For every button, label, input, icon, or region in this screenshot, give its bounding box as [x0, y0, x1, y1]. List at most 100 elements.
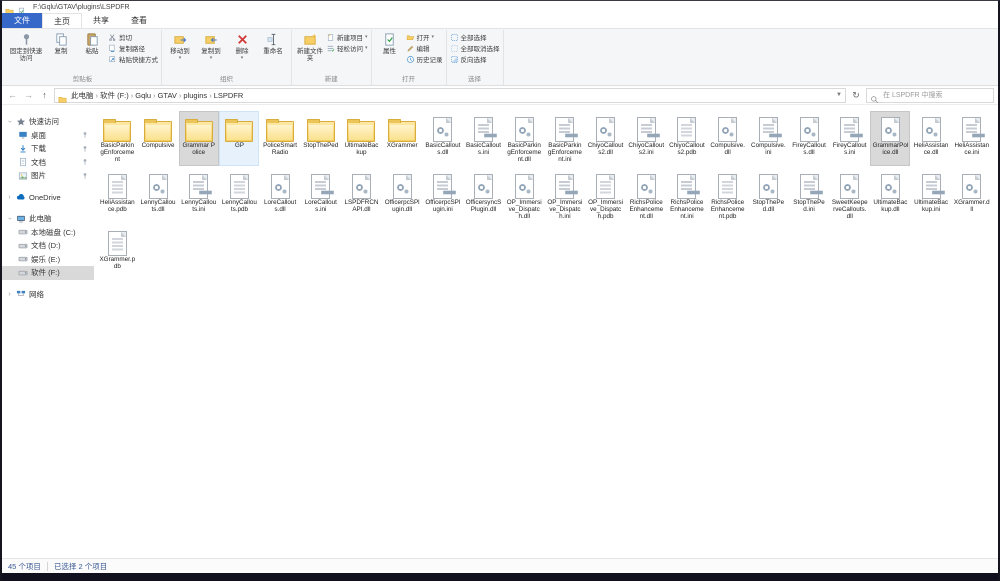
file-tile[interactable]: OP_Immersive_Dispatch.pdb	[586, 168, 626, 223]
breadcrumb-item[interactable]: Gqlu	[133, 91, 153, 100]
move-to-button[interactable]: 移动到▾	[165, 31, 195, 63]
tab-file[interactable]: 文件	[2, 13, 42, 28]
file-tile[interactable]: RichsPoliceEnhancement.dll	[626, 168, 666, 223]
file-tile[interactable]: UltimateBackup.dll	[870, 168, 910, 223]
tab-view[interactable]: 查看	[120, 13, 158, 28]
file-tile[interactable]: OfficerpcSPlugin.ini	[423, 168, 463, 223]
sidebar-item-文档 (D:)[interactable]: 文档 (D:)	[2, 239, 94, 253]
file-tile[interactable]: BasicCallouts.dll	[423, 111, 463, 166]
select-none-button[interactable]: 全部取消选择	[450, 43, 500, 53]
chevron-icon[interactable]: ›	[6, 215, 13, 222]
file-tile[interactable]: RichsPoliceEnhancement.pdb	[708, 168, 748, 223]
file-tile[interactable]: FireyCallouts.ini	[830, 111, 870, 166]
sidebar-item-娱乐 (E:)[interactable]: 娱乐 (E:)	[2, 253, 94, 267]
breadcrumb-item[interactable]: plugins	[181, 91, 209, 100]
copy-button[interactable]: 复制	[46, 31, 76, 56]
file-tile[interactable]: LSPDFRCN API.dll	[341, 168, 381, 223]
sidebar-item-桌面[interactable]: 桌面	[2, 129, 94, 143]
chevron-icon[interactable]: ›	[6, 118, 13, 125]
file-tile[interactable]: StopThePed	[301, 111, 341, 166]
sidebar-section-网络[interactable]: ›网络	[2, 288, 94, 302]
up-button[interactable]: ↑	[38, 90, 51, 100]
file-tile[interactable]: BasicParkingEnforcement.ini	[545, 111, 585, 166]
easy-access-button[interactable]: 轻松访问▾	[326, 43, 368, 53]
file-tile[interactable]: Compulsive	[138, 111, 178, 166]
sidebar-section-OneDrive[interactable]: ›OneDrive	[2, 191, 94, 205]
file-tile[interactable]: StopThePed.dll	[748, 168, 788, 223]
file-tile[interactable]: StopThePed.ini	[789, 168, 829, 223]
file-tile[interactable]: Compulsive.ini	[748, 111, 788, 166]
file-tile[interactable]: OP_Immersive_Dispatch.dll	[504, 168, 544, 223]
file-tile[interactable]: FireyCallouts.dll	[789, 111, 829, 166]
paste-shortcut-button[interactable]: 粘贴快捷方式	[108, 54, 158, 64]
invert-selection-button[interactable]: 反向选择	[450, 54, 500, 64]
history-button[interactable]: 历史记录	[406, 54, 443, 64]
sidebar-item-下载[interactable]: 下载	[2, 142, 94, 156]
file-tile[interactable]: HeliAssistance.dll	[911, 111, 951, 166]
file-tile[interactable]: OP_Immersive_Dispatch.ini	[545, 168, 585, 223]
sidebar-section-快速访问[interactable]: ›快速访问	[2, 115, 94, 129]
file-tile[interactable]: LoreCallouts.dll	[260, 168, 300, 223]
chevron-icon[interactable]: ›	[6, 194, 13, 201]
file-tile[interactable]: RichsPoliceEnhancement.ini	[667, 168, 707, 223]
file-tile[interactable]: ChiyoCallouts2.ini	[626, 111, 666, 166]
file-tile[interactable]: LoreCallouts.ini	[301, 168, 341, 223]
tab-share[interactable]: 共享	[82, 13, 120, 28]
file-tile[interactable]: BasicParkingEnforcement.dll	[504, 111, 544, 166]
file-tile[interactable]: XGrammer	[382, 111, 422, 166]
file-tile[interactable]: LennyCallouts.pdb	[219, 168, 259, 223]
file-tile[interactable]: XGrammer.dll	[952, 168, 992, 223]
new-folder-button[interactable]: 新建文件夹	[295, 31, 325, 63]
properties-button[interactable]: 属性	[375, 31, 405, 56]
sidebar-item-图片[interactable]: 图片	[2, 169, 94, 183]
file-tile[interactable]: ChiyoCallouts2.pdb	[667, 111, 707, 166]
sidebar-item-软件 (F:)[interactable]: 软件 (F:)	[2, 266, 94, 280]
file-tile[interactable]: OfficersyncSPlugin.dll	[464, 168, 504, 223]
breadcrumb-item[interactable]: 软件 (F:)	[98, 90, 131, 101]
copy-path-button[interactable]: 复制路径	[108, 43, 158, 53]
breadcrumb-item[interactable]: LSPDFR	[212, 91, 246, 100]
file-tile[interactable]: HeliAssistance.ini	[952, 111, 992, 166]
paste-button[interactable]: 粘贴	[77, 31, 107, 56]
file-tile[interactable]: OfficerpcSPlugin.dll	[382, 168, 422, 223]
file-tile[interactable]: LennyCallouts.ini	[179, 168, 219, 223]
open-button[interactable]: 打开▾	[406, 32, 443, 42]
forward-button[interactable]: →	[22, 90, 35, 100]
copy-to-button[interactable]: 复制到▾	[196, 31, 226, 63]
file-tile[interactable]: HeliAssistance.pdb	[97, 168, 137, 223]
edit-button[interactable]: 编辑	[406, 43, 443, 53]
file-tile[interactable]: Compulsive.dll	[708, 111, 748, 166]
breadcrumb[interactable]: 此电脑›软件 (F:)›Gqlu›GTAV›plugins›LSPDFR ▼	[54, 88, 846, 103]
breadcrumb-item[interactable]: 此电脑	[69, 90, 96, 101]
file-tile[interactable]: PoliceSmartRadio	[260, 111, 300, 166]
file-tile[interactable]: BasicParkingEnforcement	[97, 111, 137, 166]
file-tile[interactable]: UltimateBackup	[341, 111, 381, 166]
file-tile[interactable]: Grammar Police	[179, 111, 219, 166]
chevron-icon[interactable]: ›	[6, 291, 13, 298]
refresh-icon[interactable]: ↻	[849, 90, 863, 101]
sidebar-item-本地磁盘 (C:)[interactable]: 本地磁盘 (C:)	[2, 226, 94, 240]
sidebar-item-文档[interactable]: 文档	[2, 156, 94, 170]
rename-button[interactable]: 重命名	[258, 31, 288, 56]
select-all-button[interactable]: 全部选择	[450, 32, 500, 42]
tab-home[interactable]: 主页	[42, 13, 82, 28]
file-tile[interactable]: GP	[219, 111, 259, 166]
file-tile[interactable]: UltimateBackup.ini	[911, 168, 951, 223]
cut-button[interactable]: 剪切	[108, 32, 158, 42]
button-label: 反向选择	[461, 54, 487, 64]
file-tile[interactable]: GrammarPolice.dll	[870, 111, 910, 166]
quick-access-toolbar-icon[interactable]	[17, 3, 26, 12]
search-input[interactable]	[881, 91, 990, 100]
file-tile[interactable]: XGrammer.pdb	[97, 225, 137, 273]
pin-button[interactable]: 固定到快速访问	[7, 31, 45, 63]
file-tile[interactable]: ChiyoCallouts2.dll	[586, 111, 626, 166]
breadcrumb-item[interactable]: GTAV	[156, 91, 179, 100]
chevron-down-icon[interactable]: ▼	[836, 92, 842, 98]
delete-button[interactable]: 删除▾	[227, 31, 257, 63]
file-tile[interactable]: SweetKeeperveCallouts.dll	[830, 168, 870, 223]
back-button[interactable]: ←	[6, 90, 19, 100]
sidebar-section-此电脑[interactable]: ›此电脑	[2, 212, 94, 226]
file-tile[interactable]: BasicCallouts.ini	[464, 111, 504, 166]
new-item-button[interactable]: 新建项目▾	[326, 32, 368, 42]
file-tile[interactable]: LennyCallouts.dll	[138, 168, 178, 223]
